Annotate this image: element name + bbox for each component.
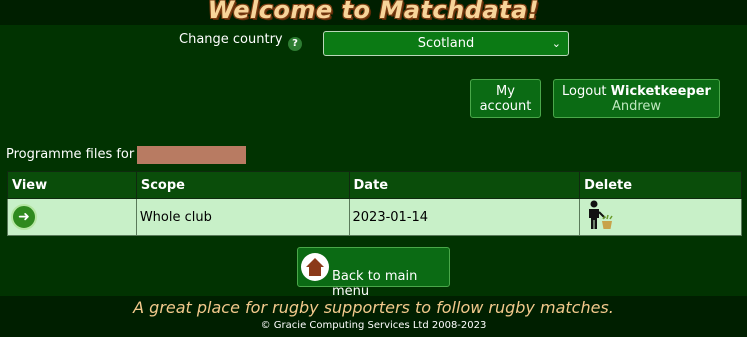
my-account-label-line1: My — [496, 84, 515, 99]
logout-button[interactable]: Logout Wicketkeeper Andrew — [553, 79, 720, 118]
scope-cell: Whole club — [135, 198, 350, 236]
my-account-button[interactable]: My account — [470, 79, 541, 118]
back-to-main-menu-label: Back to main menu — [332, 269, 418, 299]
person-trash-icon[interactable] — [583, 199, 615, 235]
view-cell: ➜ — [7, 198, 137, 236]
logout-label: Logout — [562, 84, 607, 99]
column-header-view: View — [7, 171, 137, 199]
footer-tagline: A great place for rugby supporters to fo… — [133, 298, 614, 317]
arrow-right-icon[interactable]: ➜ — [11, 204, 37, 230]
footer-copyright: © Gracie Computing Services Ltd 2008-202… — [260, 320, 487, 331]
table-row: ➜ Whole club 2023-01-14 — [7, 198, 742, 236]
country-label: Change country — [179, 32, 283, 47]
country-selected-value: Scotland — [417, 36, 475, 51]
programme-files-label: Programme files for — [6, 147, 135, 162]
club-name-redacted — [137, 146, 246, 164]
column-header-delete: Delete — [579, 171, 742, 199]
site-title: Welcome to Matchdata! — [207, 0, 540, 24]
home-icon — [301, 253, 329, 281]
back-to-main-menu-button[interactable]: Back to main menu — [297, 247, 450, 299]
chevron-down-icon: ⌄ — [551, 37, 561, 50]
country-select[interactable]: Scotland ⌄ — [323, 31, 569, 56]
column-header-date: Date — [348, 171, 581, 199]
programme-files-table: View Scope Date Delete ➜ Whole club 2023… — [7, 171, 742, 236]
logout-first-name: Andrew — [611, 99, 662, 114]
help-icon[interactable]: ? — [288, 37, 302, 51]
table-header-row: View Scope Date Delete — [7, 171, 742, 199]
logout-username: Wicketkeeper — [610, 84, 711, 99]
column-header-scope: Scope — [135, 171, 350, 199]
delete-cell — [579, 198, 742, 236]
my-account-label-line2: account — [479, 99, 532, 114]
date-cell: 2023-01-14 — [348, 198, 581, 236]
